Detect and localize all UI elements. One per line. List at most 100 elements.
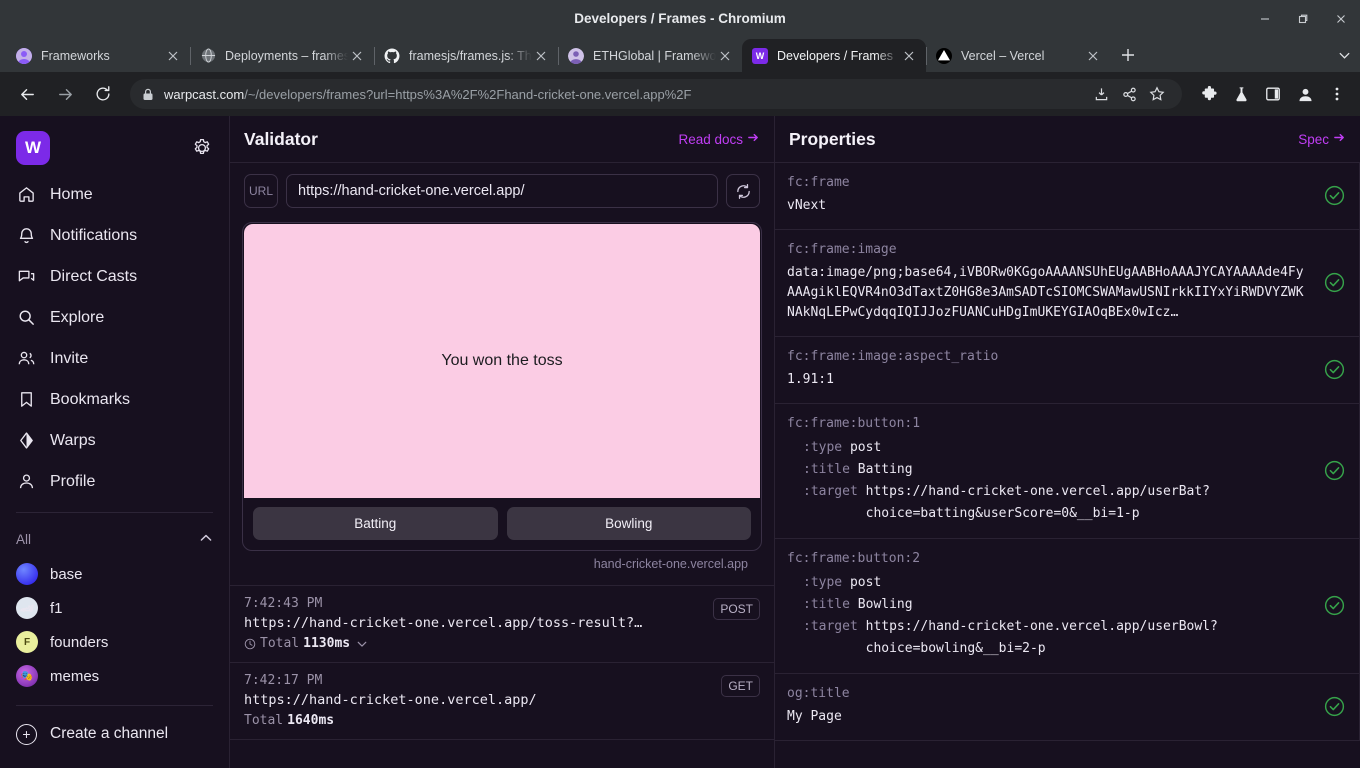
- new-tab-button[interactable]: [1114, 41, 1142, 69]
- valid-check-icon: [1323, 272, 1345, 294]
- property-row: fc:frame:button:1 :type post :title Batt…: [775, 404, 1360, 539]
- sidebar-item-label: Home: [50, 185, 93, 203]
- spec-link[interactable]: Spec: [1298, 131, 1346, 147]
- refresh-button[interactable]: [726, 174, 760, 208]
- browser-tab-4[interactable]: W Developers / Frames: [742, 39, 926, 72]
- sidebar-item-bookmarks[interactable]: Bookmarks: [16, 379, 213, 420]
- browser-tab-0[interactable]: Frameworks: [6, 39, 190, 72]
- property-subkey: :target: [803, 619, 858, 634]
- clock-icon: [244, 638, 256, 650]
- tab-label: Vercel – Vercel: [961, 48, 1045, 63]
- channels-section-label: All: [16, 531, 32, 547]
- channel-avatar: [16, 563, 38, 585]
- property-value: data:image/png;base64,iVBORw0KGgoAAAANSU…: [787, 265, 1304, 320]
- log-entry[interactable]: 7:42:17 PM https://hand-cricket-one.verc…: [230, 663, 774, 740]
- sidebar-item-label: Notifications: [50, 226, 138, 244]
- log-total-value: 1130ms: [303, 636, 351, 651]
- share-icon[interactable]: [1116, 81, 1142, 107]
- create-channel-button[interactable]: + Create a channel: [16, 714, 213, 754]
- arrow-right-icon: [747, 131, 760, 147]
- property-subrow: :type post: [787, 437, 1309, 459]
- chevron-down-icon[interactable]: [356, 638, 368, 650]
- labs-flask-icon[interactable]: [1226, 79, 1256, 109]
- log-url: https://hand-cricket-one.vercel.app/: [244, 692, 537, 708]
- frame-image: You won the toss: [244, 224, 760, 498]
- extensions-icon[interactable]: [1194, 79, 1224, 109]
- sidebar-item-label: Explore: [50, 308, 105, 326]
- tab-close-icon[interactable]: [900, 47, 918, 65]
- chrome-menu-icon[interactable]: [1322, 79, 1352, 109]
- back-icon[interactable]: [12, 79, 42, 109]
- forward-icon[interactable]: [50, 79, 80, 109]
- tab-search-icon[interactable]: [1330, 41, 1358, 69]
- sidebar-item-warps[interactable]: Warps: [16, 420, 213, 461]
- gear-icon[interactable]: [191, 137, 213, 159]
- log-method-badge: POST: [713, 598, 760, 620]
- frame-button-2[interactable]: Bowling: [506, 507, 751, 540]
- address-bar[interactable]: warpcast.com/~/developers/frames?url=htt…: [130, 79, 1182, 109]
- browser-tab-3[interactable]: ETHGlobal | Frameworks: [558, 39, 742, 72]
- reload-icon[interactable]: [88, 79, 118, 109]
- sidebar-item-explore[interactable]: Explore: [16, 297, 213, 338]
- log-total-row[interactable]: Total 1640ms: [244, 713, 711, 728]
- channel-item-f1[interactable]: 🏎 f1: [16, 591, 213, 625]
- tab-close-icon[interactable]: [532, 47, 550, 65]
- sidebar-item-profile[interactable]: Profile: [16, 461, 213, 502]
- search-icon: [16, 307, 37, 328]
- frame-button-1[interactable]: Batting: [253, 507, 498, 540]
- toolbar-actions: [1194, 79, 1352, 109]
- property-subvalue: post: [849, 575, 882, 590]
- tab-favicon-warpcast-icon: [16, 47, 32, 64]
- omnibox-actions: [1088, 81, 1170, 107]
- validator-panel: Validator Read docs URL You w: [230, 116, 775, 768]
- property-row: og:title My Page: [775, 674, 1360, 741]
- browser-window: Developers / Frames - Chromium Framework…: [0, 0, 1360, 768]
- property-row: fc:frame vNext: [775, 163, 1360, 230]
- create-channel-label: Create a channel: [50, 725, 169, 742]
- valid-check-icon: [1323, 696, 1345, 718]
- log-total-row[interactable]: Total 1130ms: [244, 636, 703, 651]
- channels-section-header[interactable]: All: [16, 521, 213, 557]
- channel-item-founders[interactable]: F founders: [16, 625, 213, 659]
- sidebar-item-label: Profile: [50, 472, 96, 490]
- frame-preview-card: You won the toss Batting Bowling: [242, 222, 762, 551]
- profile-avatar-icon[interactable]: [1290, 79, 1320, 109]
- tab-favicon-ethglobal-icon: [568, 47, 584, 64]
- sidebar-item-home[interactable]: Home: [16, 174, 213, 215]
- maximize-icon[interactable]: [1284, 0, 1322, 37]
- url-input[interactable]: [286, 174, 718, 208]
- tab-favicon-letter: W: [755, 50, 765, 61]
- property-subrow: :type post: [787, 572, 1309, 594]
- minimize-icon[interactable]: [1246, 0, 1284, 37]
- request-log-list: 7:42:43 PM https://hand-cricket-one.verc…: [230, 585, 774, 740]
- sidebar-item-label: Warps: [50, 431, 96, 449]
- property-key: fc:frame: [787, 175, 850, 190]
- tab-favicon-globe-icon: [200, 48, 216, 64]
- channel-item-base[interactable]: base: [16, 557, 213, 591]
- tab-close-icon[interactable]: [164, 47, 182, 65]
- log-entry[interactable]: 7:42:43 PM https://hand-cricket-one.verc…: [230, 586, 774, 663]
- browser-tab-1[interactable]: Deployments – framesjs: [190, 39, 374, 72]
- tab-close-icon[interactable]: [1084, 47, 1102, 65]
- sidebar-item-direct-casts[interactable]: Direct Casts: [16, 256, 213, 297]
- tab-close-icon[interactable]: [716, 47, 734, 65]
- sidebar-divider-2: [16, 705, 213, 706]
- browser-tab-2[interactable]: framesjs/frames.js: The: [374, 39, 558, 72]
- properties-list: fc:frame vNext fc:frame:image data:image…: [775, 163, 1360, 768]
- close-icon[interactable]: [1322, 0, 1360, 37]
- read-docs-link[interactable]: Read docs: [678, 131, 760, 147]
- bookmark-star-icon[interactable]: [1144, 81, 1170, 107]
- side-panel-icon[interactable]: [1258, 79, 1288, 109]
- sidebar-item-invite[interactable]: Invite: [16, 338, 213, 379]
- install-icon[interactable]: [1088, 81, 1114, 107]
- tab-close-icon[interactable]: [348, 47, 366, 65]
- url-label: URL: [244, 174, 278, 208]
- home-icon: [16, 184, 37, 205]
- warpcast-logo[interactable]: W: [16, 131, 50, 165]
- channel-item-memes[interactable]: 🎭 memes: [16, 659, 213, 693]
- sidebar-item-notifications[interactable]: Notifications: [16, 215, 213, 256]
- chat-icon: [16, 266, 37, 287]
- browser-tab-5[interactable]: Vercel – Vercel: [926, 39, 1110, 72]
- chevron-up-icon[interactable]: [199, 531, 213, 548]
- lock-icon: [142, 88, 154, 101]
